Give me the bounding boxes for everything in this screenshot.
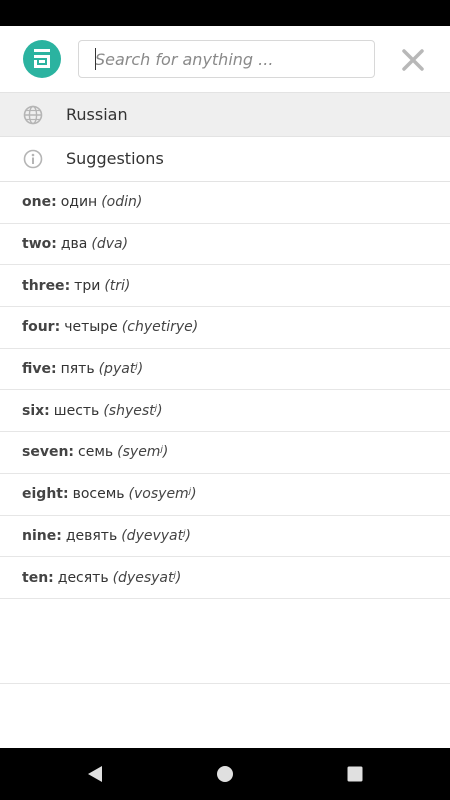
transliteration: (dva) bbox=[91, 236, 129, 253]
suggestions-label: Suggestions bbox=[66, 149, 164, 168]
divider bbox=[0, 683, 450, 684]
transliteration: (syemʲ) bbox=[117, 444, 169, 461]
russian-word: шесть bbox=[53, 402, 100, 419]
separator: : bbox=[56, 527, 62, 544]
separator: : bbox=[54, 319, 61, 336]
separator: : bbox=[44, 402, 50, 419]
list-item[interactable]: ten: десять (dyesyatʲ) bbox=[0, 557, 450, 599]
english-word: ten bbox=[22, 569, 49, 586]
english-word: six bbox=[22, 402, 45, 419]
english-word: three bbox=[22, 277, 65, 294]
transliteration: (pyatʲ) bbox=[98, 361, 144, 378]
english-word: two bbox=[22, 236, 52, 253]
app-logo-icon[interactable] bbox=[23, 40, 61, 78]
app-screen: Russian Suggestions one: один (odin) two… bbox=[0, 26, 450, 748]
english-word: nine bbox=[22, 527, 57, 544]
russian-word: семь bbox=[78, 444, 114, 461]
navigation-bar bbox=[0, 748, 450, 800]
english-word: five bbox=[22, 361, 51, 378]
separator: : bbox=[51, 236, 57, 253]
list-item[interactable]: three: три (tri) bbox=[0, 265, 450, 308]
russian-word: два bbox=[60, 236, 88, 253]
list-item[interactable]: eight: восемь (vosyemʲ) bbox=[0, 474, 450, 516]
russian-word: девять bbox=[65, 527, 118, 544]
english-word: eight bbox=[22, 486, 63, 503]
close-icon[interactable] bbox=[399, 46, 427, 74]
suggestions-row[interactable]: Suggestions bbox=[0, 137, 450, 182]
english-word: four bbox=[22, 319, 55, 336]
russian-word: один bbox=[60, 194, 98, 211]
list-item[interactable]: five: пять (pyatʲ) bbox=[0, 349, 450, 391]
separator: : bbox=[68, 444, 75, 461]
russian-word: три bbox=[74, 277, 101, 294]
globe-icon bbox=[23, 105, 43, 125]
separator: : bbox=[62, 486, 69, 503]
list-item[interactable]: seven: семь (syemʲ) bbox=[0, 432, 450, 474]
transliteration: (vosyemʲ) bbox=[128, 486, 197, 503]
transliteration: (dyesyatʲ) bbox=[112, 569, 182, 586]
transliteration: (dyevyatʲ) bbox=[121, 527, 192, 544]
separator: : bbox=[64, 277, 71, 294]
english-word: one bbox=[22, 194, 52, 211]
status-bar bbox=[0, 0, 450, 26]
language-label: Russian bbox=[66, 105, 128, 124]
russian-word: восемь bbox=[72, 486, 125, 503]
list-item[interactable]: two: два (dva) bbox=[0, 224, 450, 266]
transliteration: (chyetirye) bbox=[121, 319, 199, 336]
transliteration: (shyestʲ) bbox=[103, 402, 163, 419]
separator: : bbox=[51, 361, 57, 378]
list-item[interactable]: nine: девять (dyevyatʲ) bbox=[0, 516, 450, 558]
list-item[interactable]: one: один (odin) bbox=[0, 182, 450, 224]
search-header bbox=[0, 26, 450, 92]
search-input[interactable] bbox=[78, 40, 375, 78]
text-cursor bbox=[95, 48, 96, 70]
russian-word: пять bbox=[60, 361, 95, 378]
back-triangle-icon[interactable] bbox=[85, 764, 105, 784]
list-item[interactable]: four: четыре (chyetirye) bbox=[0, 307, 450, 349]
info-icon bbox=[23, 149, 43, 169]
home-circle-icon[interactable] bbox=[215, 764, 235, 784]
separator: : bbox=[51, 194, 57, 211]
russian-word: десять bbox=[57, 569, 109, 586]
word-list: one: один (odin) two: два (dva) three: т… bbox=[0, 182, 450, 599]
separator: : bbox=[48, 569, 54, 586]
recents-square-icon[interactable] bbox=[345, 764, 365, 784]
list-item[interactable]: six: шесть (shyestʲ) bbox=[0, 390, 450, 433]
english-word: seven bbox=[22, 444, 69, 461]
language-row-russian[interactable]: Russian bbox=[0, 92, 450, 137]
transliteration: (tri) bbox=[104, 277, 131, 294]
transliteration: (odin) bbox=[101, 194, 143, 211]
russian-word: четыре bbox=[64, 319, 118, 336]
